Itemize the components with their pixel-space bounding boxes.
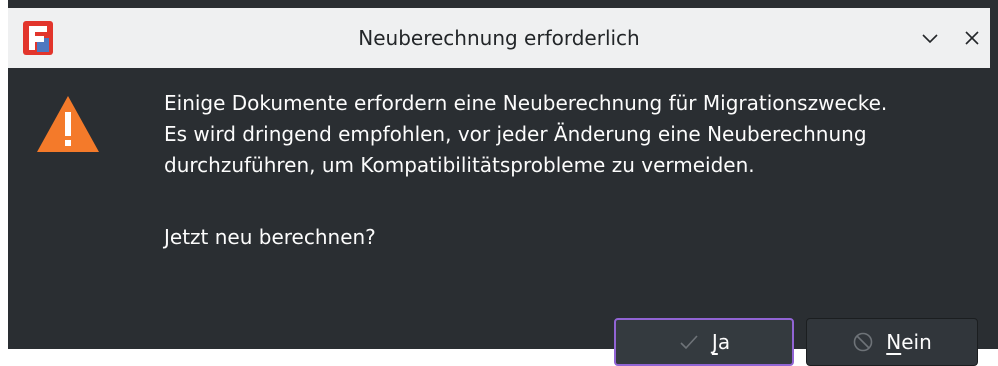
close-icon — [965, 31, 979, 45]
warning-triangle-icon — [37, 96, 99, 152]
no-mnemonic: N — [886, 330, 902, 354]
question-text: Jetzt neu berechnen? — [164, 225, 376, 249]
yes-button[interactable]: Ja — [614, 318, 794, 366]
checkmark-icon — [680, 335, 698, 350]
window-title: Neuberechnung erforderlich — [358, 26, 640, 50]
freecad-logo-icon — [23, 21, 53, 55]
no-button[interactable]: Nein — [806, 318, 978, 366]
yes-label-rest: a — [717, 330, 731, 354]
yes-button-label: Ja — [712, 330, 730, 354]
message-text: Einige Dokumente erfordern eine Neuberec… — [164, 88, 984, 181]
message-line-3: durchzuführen, um Kompatibilitätsproblem… — [164, 153, 755, 177]
message-line-2: Es wird dringend empfohlen, vor jeder Än… — [164, 122, 867, 146]
no-button-label: Nein — [886, 330, 932, 354]
cancel-icon — [853, 332, 873, 352]
dialog-content: Einige Dokumente erfordern eine Neuberec… — [8, 68, 990, 366]
chevron-down-icon — [922, 34, 938, 44]
close-button[interactable] — [960, 26, 984, 50]
dialog-window: Neuberechnung erforderlich Einige Dokume… — [8, 0, 998, 366]
no-label-rest: ein — [901, 330, 932, 354]
message-line-1: Einige Dokumente erfordern eine Neuberec… — [164, 91, 888, 115]
minimize-button[interactable] — [918, 26, 942, 50]
title-bar[interactable]: Neuberechnung erforderlich — [8, 8, 990, 68]
